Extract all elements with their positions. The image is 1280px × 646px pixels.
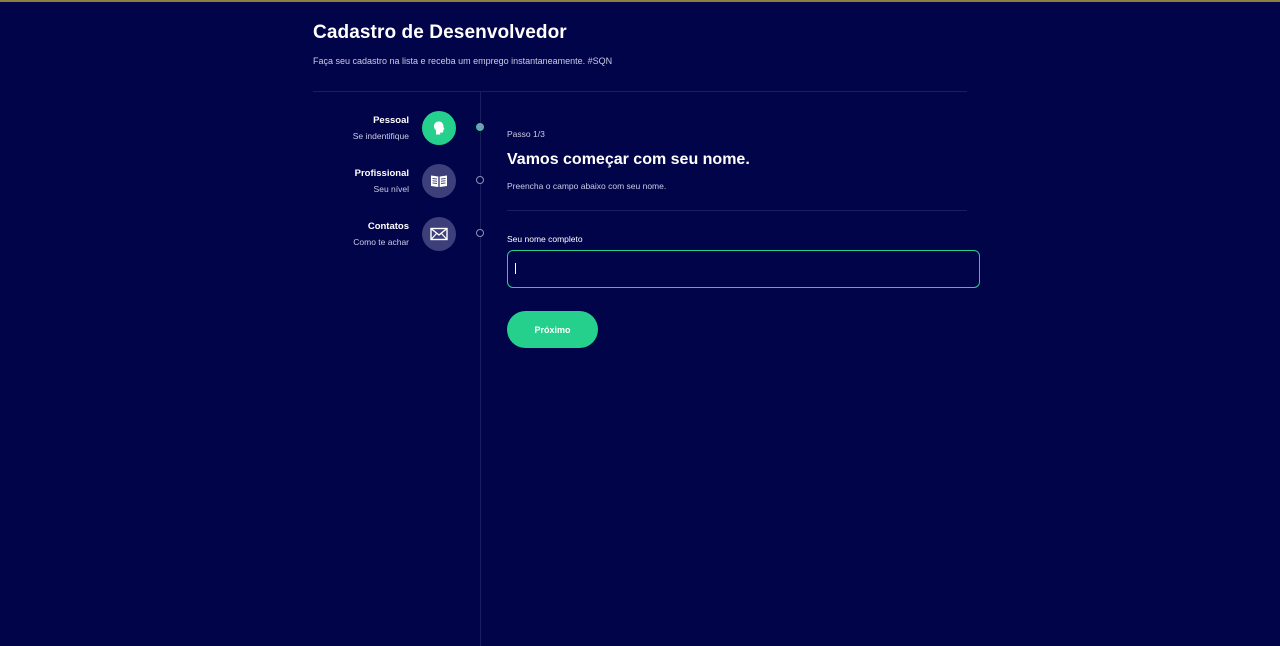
step-subtitle: Se indentifique xyxy=(352,131,409,141)
page-subtitle: Faça seu cadastro na lista e receba um e… xyxy=(313,56,613,66)
mail-icon xyxy=(430,227,448,241)
step-pessoal[interactable]: Pessoal Se indentifique xyxy=(313,111,485,147)
step-text: Pessoal Se indentifique xyxy=(353,115,409,142)
step-description: Preencha o campo abaixo com seu nome. xyxy=(507,181,667,191)
content-divider xyxy=(507,210,967,211)
step-text: Contatos Como te achar xyxy=(353,221,409,248)
step-contatos[interactable]: Contatos Como te achar xyxy=(313,217,485,253)
step-marker xyxy=(476,176,484,184)
step-marker xyxy=(476,123,484,131)
next-button[interactable]: Próximo xyxy=(507,311,598,348)
step-title: Contatos xyxy=(367,221,409,232)
step-icon-circle xyxy=(422,164,456,198)
step-heading: Vamos começar com seu nome. xyxy=(507,151,750,168)
page-title: Cadastro de Desenvolvedor xyxy=(313,22,567,43)
step-title: Profissional xyxy=(354,168,409,179)
step-marker xyxy=(476,229,484,237)
step-icon-circle xyxy=(422,217,456,251)
step-subtitle: Seu nível xyxy=(373,184,409,194)
step-count: Passo 1/3 xyxy=(507,129,545,139)
book-icon xyxy=(431,175,447,187)
top-border xyxy=(0,0,1280,2)
step-text: Profissional Seu nível xyxy=(355,168,409,195)
header-divider xyxy=(313,91,967,92)
name-input[interactable] xyxy=(507,250,980,288)
step-icon-circle xyxy=(422,111,456,145)
step-subtitle: Como te achar xyxy=(353,237,409,247)
page-header: Cadastro de Desenvolvedor Faça seu cadas… xyxy=(313,20,967,67)
person-icon xyxy=(434,121,445,135)
text-caret xyxy=(515,263,516,274)
name-label: Seu nome completo xyxy=(507,234,583,244)
step-title: Pessoal xyxy=(373,115,409,126)
step-profissional[interactable]: Profissional Seu nível xyxy=(313,164,485,200)
